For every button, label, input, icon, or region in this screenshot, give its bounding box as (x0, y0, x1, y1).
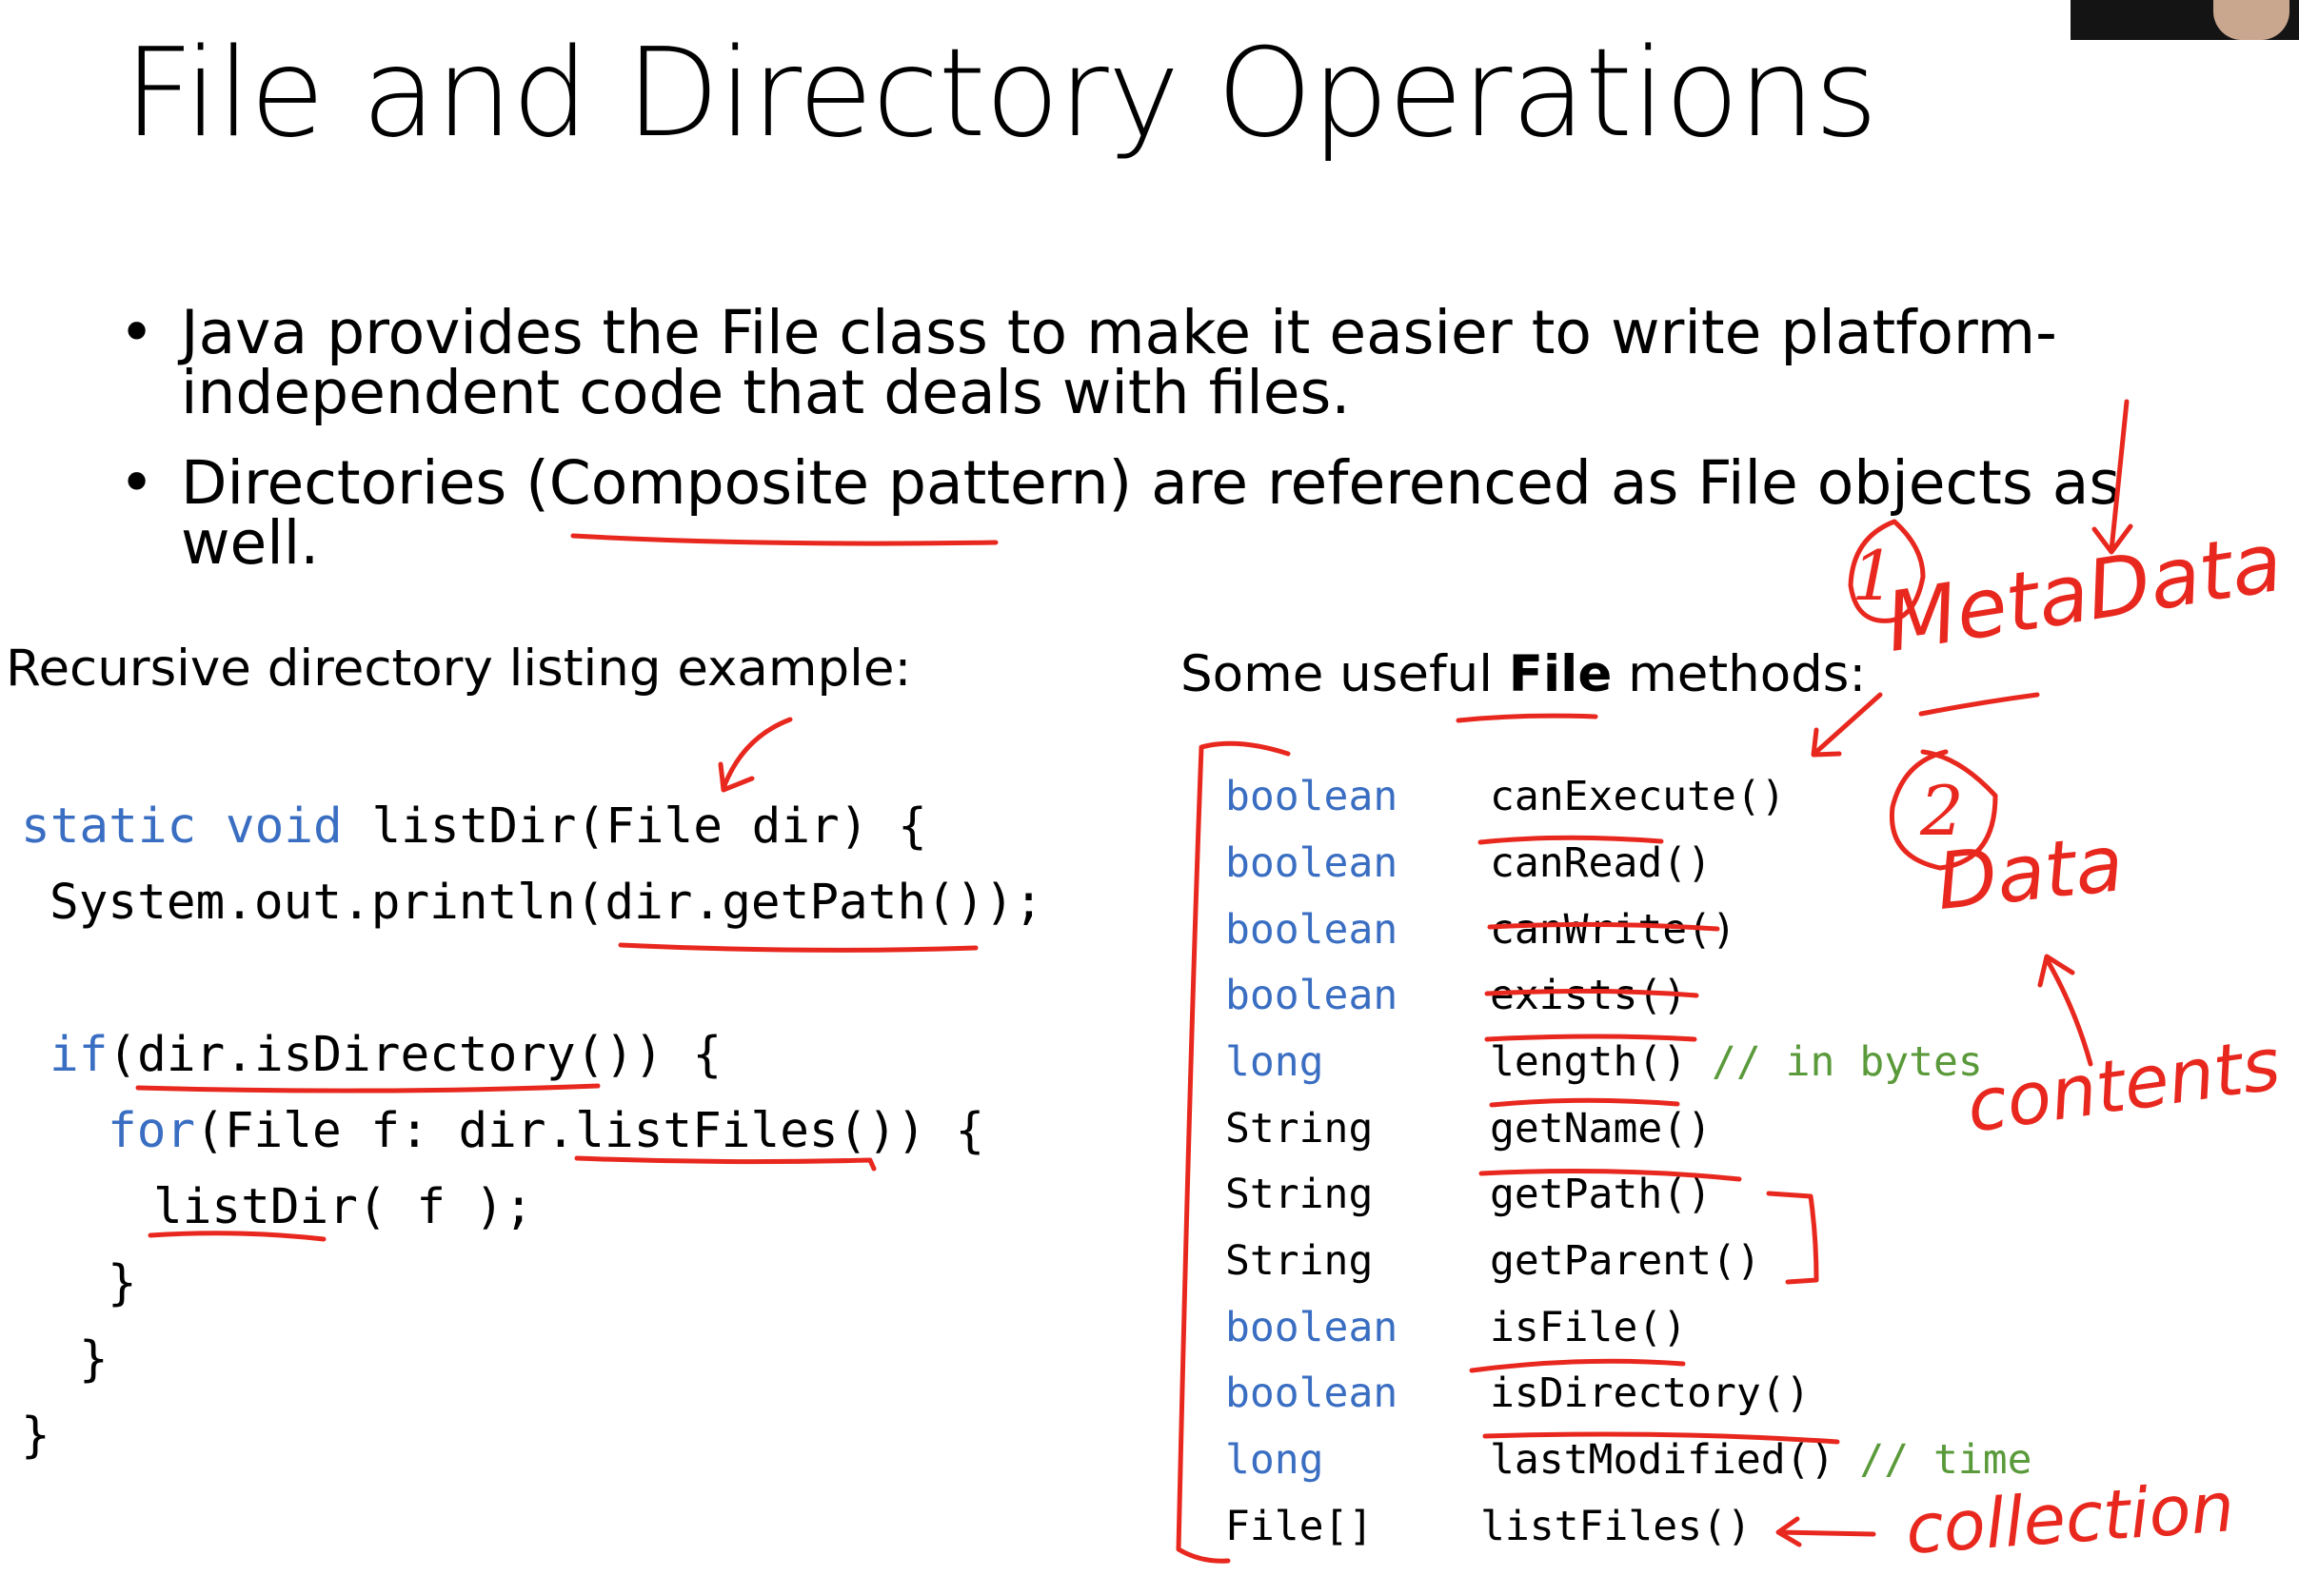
underline-mark (1484, 988, 1699, 998)
underline-mark (618, 942, 979, 953)
underline-mark (570, 533, 999, 546)
bracket-mark (1176, 740, 1291, 1564)
underline-mark (148, 1231, 327, 1242)
underline-mark (1484, 1034, 1697, 1042)
arrow-mark (2091, 399, 2133, 555)
underline-mark (1469, 1358, 1686, 1373)
underline-mark (1489, 1097, 1680, 1108)
arrow-mark (1775, 1516, 1876, 1547)
bracket-mark (1766, 1191, 1819, 1285)
underline-mark (1477, 835, 1664, 845)
handwritten-data: Data (1932, 818, 2128, 928)
arrow-mark (1811, 692, 1883, 758)
presenter-face (2213, 0, 2289, 40)
underline-mark (1478, 1169, 1742, 1182)
underline-mark (1487, 921, 1720, 932)
arrow-mark (718, 717, 793, 793)
webcam-thumbnail (2071, 0, 2299, 40)
underline-mark (1482, 1431, 1840, 1445)
underline-mark (1456, 713, 1598, 723)
underline-mark (135, 1083, 601, 1094)
underline-mark (574, 1155, 877, 1172)
underline-mark (1918, 692, 2040, 717)
